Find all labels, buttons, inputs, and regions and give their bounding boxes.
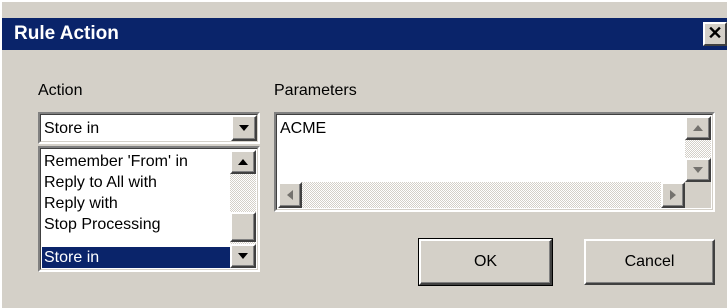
scroll-up-button[interactable] (685, 116, 711, 140)
parameters-value: ACME (280, 120, 327, 137)
ok-button[interactable]: OK (418, 238, 553, 286)
action-list-scrollbar[interactable] (230, 150, 256, 268)
list-item[interactable]: Remember 'From' in (42, 151, 188, 172)
action-list[interactable]: Remember 'From' in Reply to All with Rep… (38, 146, 260, 272)
arrow-down-icon (693, 167, 703, 173)
list-item-selected[interactable]: Store in (42, 247, 232, 268)
parameters-textarea[interactable]: ACME (274, 112, 715, 212)
scroll-left-button[interactable] (278, 182, 302, 208)
scroll-down-button[interactable] (230, 244, 256, 268)
cancel-button[interactable]: Cancel (584, 239, 715, 285)
close-button[interactable]: ✕ (703, 22, 727, 46)
arrow-down-icon (238, 253, 248, 259)
rule-action-dialog: Rule Action ✕ Action Store in Remember '… (0, 0, 727, 308)
arrow-left-icon (287, 190, 293, 200)
list-item[interactable]: Reply to All with (42, 172, 157, 193)
arrow-up-icon (693, 125, 703, 131)
close-icon: ✕ (707, 23, 723, 43)
scrollbar-corner (685, 182, 711, 208)
list-item[interactable]: Stop Processing (42, 214, 161, 235)
action-combobox-value: Store in (44, 120, 100, 137)
arrow-up-icon (238, 159, 248, 165)
arrow-right-icon (670, 190, 676, 200)
title-bar[interactable]: Rule Action ✕ (2, 18, 727, 50)
parameters-horizontal-scrollbar[interactable] (278, 182, 685, 208)
list-item[interactable]: Reply with (42, 193, 118, 214)
chevron-down-icon (239, 125, 249, 131)
scroll-thumb[interactable] (230, 212, 256, 242)
action-label: Action (38, 82, 83, 99)
scroll-down-button[interactable] (685, 158, 711, 182)
combobox-dropdown-button[interactable] (231, 115, 257, 141)
parameters-vertical-scrollbar[interactable] (685, 116, 711, 182)
action-combobox[interactable]: Store in (38, 112, 260, 144)
scroll-right-button[interactable] (661, 182, 685, 208)
window-title: Rule Action (14, 23, 119, 44)
scroll-up-button[interactable] (230, 150, 256, 174)
parameters-label: Parameters (274, 82, 357, 99)
